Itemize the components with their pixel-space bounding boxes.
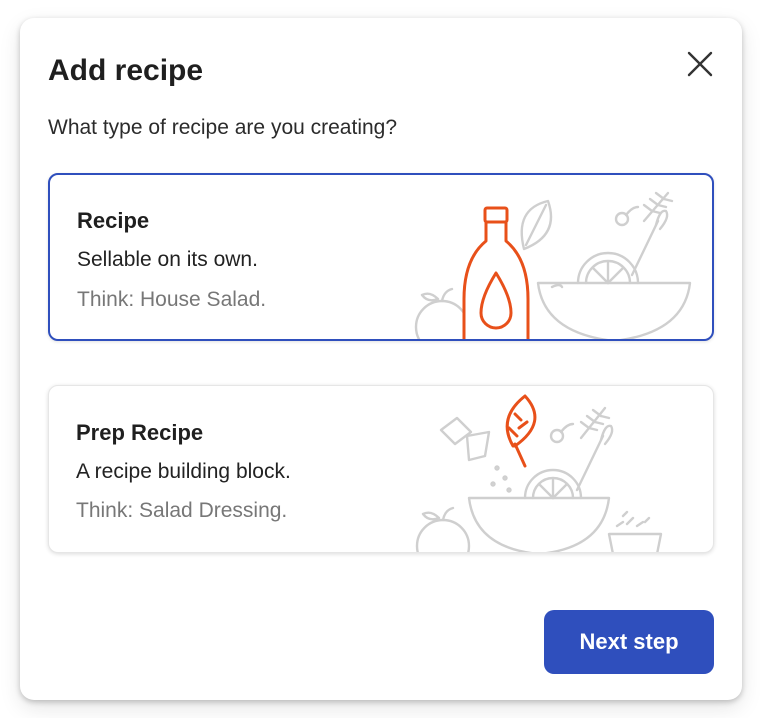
option-hint: Think: Salad Dressing. [76, 499, 288, 522]
option-description: Sellable on its own. [77, 248, 258, 271]
option-title: Prep Recipe [76, 420, 204, 445]
close-button[interactable] [682, 46, 718, 82]
leaf-salad-bowl-illustration [415, 394, 663, 552]
dialog-subtitle: What type of recipe are you creating? [48, 116, 398, 139]
dressing-bottle-salad-illustration [414, 191, 692, 339]
option-description: A recipe building block. [76, 460, 291, 483]
close-icon [687, 51, 713, 77]
option-title: Recipe [77, 208, 150, 233]
dialog-title: Add recipe [48, 54, 204, 87]
recipe-type-option-prep-recipe[interactable]: Prep Recipe A recipe building block. Thi… [48, 385, 714, 553]
option-hint: Think: House Salad. [77, 288, 267, 311]
recipe-type-option-recipe[interactable]: Recipe Sellable on its own. Think: House… [48, 173, 714, 341]
next-step-button[interactable]: Next step [544, 610, 714, 674]
add-recipe-dialog: Add recipe What type of recipe are you c… [20, 18, 742, 700]
